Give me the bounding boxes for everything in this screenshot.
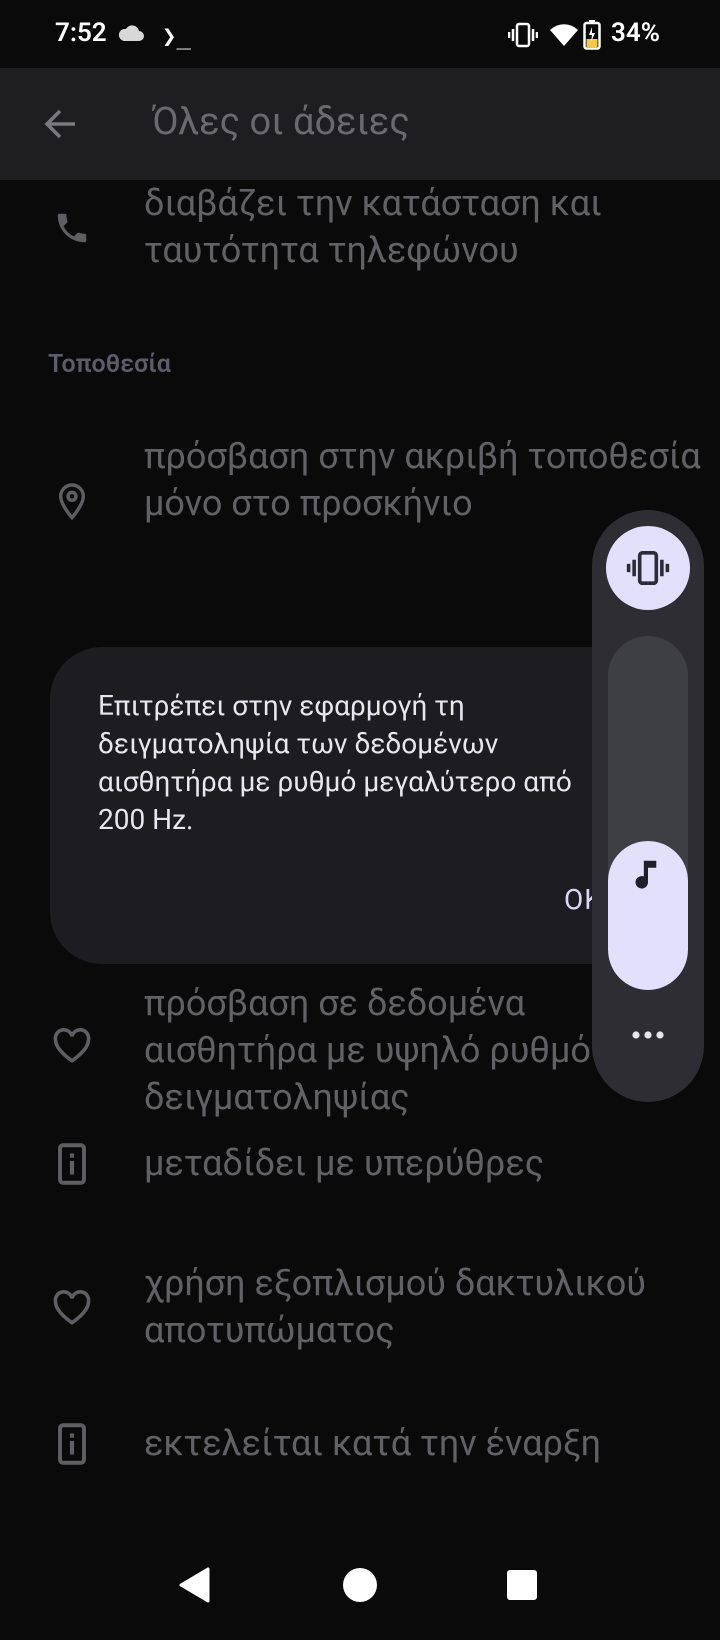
- more-options-button[interactable]: [620, 1020, 676, 1050]
- back-button[interactable]: [30, 94, 90, 154]
- music-note-icon: [632, 856, 664, 896]
- location-pin-icon: [48, 478, 96, 526]
- triangle-back-icon: [179, 1567, 210, 1603]
- circle-home-icon: [343, 1568, 377, 1602]
- ringer-mode-button[interactable]: [606, 526, 690, 610]
- battery-icon: [583, 20, 601, 54]
- permission-info-dialog: Επιτρέπει στην εφαρμογή τη δειγματοληψία…: [50, 647, 670, 964]
- dialog-message: Επιτρέπει στην εφαρμογή τη δειγματοληψία…: [98, 689, 572, 836]
- status-time: 7:52: [55, 18, 107, 48]
- list-item-label: πρόσβαση στην ακριβή τοποθεσία μόνο στο …: [144, 435, 701, 524]
- volume-panel: [592, 510, 704, 1102]
- vibrate-icon: [507, 22, 539, 52]
- nav-home-button[interactable]: [320, 1550, 400, 1620]
- page-title: Όλες οι άδειες: [152, 100, 410, 144]
- battery-percent: 34%: [611, 18, 660, 48]
- media-volume-slider[interactable]: [608, 636, 688, 990]
- device-info-icon: [48, 1420, 96, 1468]
- section-header-location: Τοποθεσία: [48, 350, 171, 379]
- nav-recents-button[interactable]: [482, 1550, 562, 1620]
- wifi-icon: [549, 22, 579, 52]
- heart-icon: [48, 1022, 96, 1070]
- list-item-label: χρήση εξοπλισμού δακτυλικού αποτυπώματος: [144, 1262, 646, 1351]
- nav-back-button[interactable]: [155, 1550, 235, 1620]
- heart-icon: [48, 1284, 96, 1332]
- media-volume-level: [608, 841, 688, 990]
- square-recents-icon: [507, 1570, 537, 1600]
- list-item-label: διαβάζει την κατάσταση και ταυτότητα τηλ…: [144, 182, 602, 271]
- vibrate-icon: [626, 550, 670, 586]
- app-bar: Όλες οι άδειες: [0, 68, 720, 180]
- navigation-bar: [0, 1530, 720, 1640]
- terminal-icon: ❯_: [162, 22, 191, 50]
- device-info-icon: [48, 1140, 96, 1188]
- list-item-label: εκτελείται κατά την έναρξη: [144, 1422, 602, 1464]
- more-horiz-icon: [632, 1031, 664, 1039]
- arrow-back-icon: [44, 109, 75, 139]
- phone-icon: [48, 204, 96, 252]
- list-item-label: μεταδίδει με υπερύθρες: [144, 1142, 545, 1184]
- cloud-icon: [117, 24, 145, 46]
- status-bar: 7:52 ❯_ 34%: [0, 0, 720, 68]
